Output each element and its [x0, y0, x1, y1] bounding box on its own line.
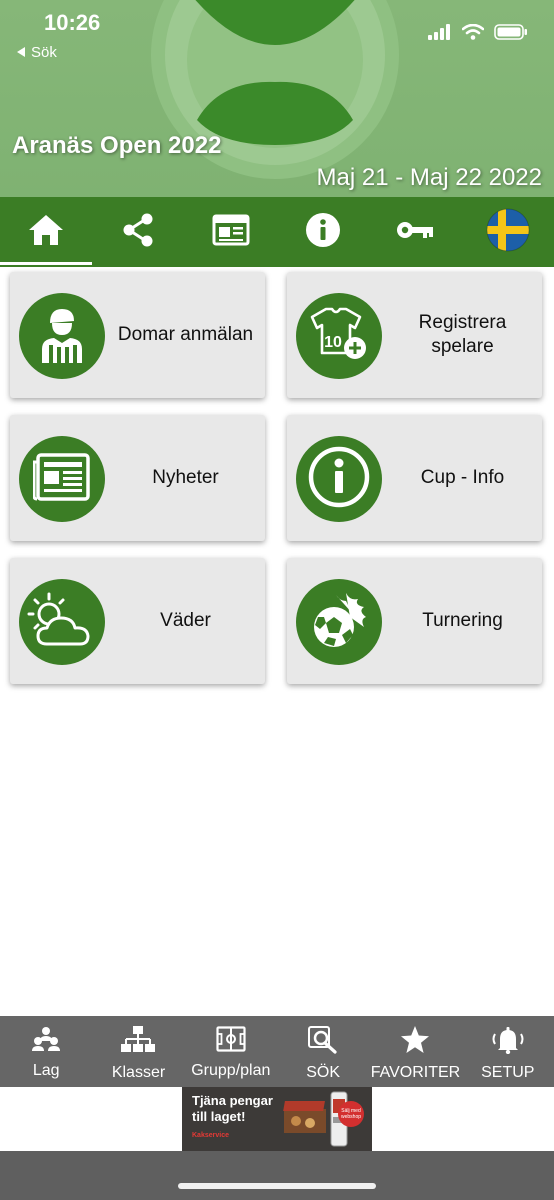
tab-news[interactable] [185, 197, 277, 267]
nav-label: Klasser [111, 1064, 166, 1081]
search-icon [308, 1026, 338, 1059]
ad-banner-area: Tjäna pengar till laget! Kakservice Sälj… [0, 1087, 554, 1151]
tile-label: Domar anmälan [117, 324, 254, 345]
info-icon-circle [296, 436, 382, 522]
info-icon [307, 445, 371, 514]
referee-icon-circle [19, 293, 105, 379]
status-icons [428, 23, 528, 45]
back-to-search-link[interactable]: Sök [16, 44, 57, 61]
tab-login[interactable] [369, 197, 461, 267]
nav-search[interactable]: SÖK [277, 1016, 369, 1087]
share-icon [120, 212, 156, 253]
star-icon [400, 1026, 430, 1059]
home-indicator[interactable] [178, 1183, 376, 1189]
tab-share[interactable] [92, 197, 184, 267]
nav-label: Lag [32, 1062, 60, 1079]
nav-teams[interactable]: Lag [0, 1016, 92, 1087]
app-header: 10:26 Sök Aranäs Open 2022 Maj 21 - Maj … [0, 0, 554, 197]
back-arrow-icon [16, 44, 26, 61]
info-icon [305, 212, 341, 253]
tab-home[interactable] [0, 197, 93, 267]
weather-icon-circle [19, 579, 105, 665]
battery-icon [494, 24, 528, 45]
nav-label: SÖK [306, 1064, 341, 1081]
tile-label: Registrera spelare [418, 312, 507, 357]
tournament-icon-circle [296, 579, 382, 665]
tile-cup-info[interactable]: Cup - Info [287, 415, 542, 541]
tile-label: Cup - Info [420, 467, 505, 488]
tab-language[interactable] [462, 197, 554, 267]
tile-label: Väder [160, 610, 211, 631]
fire-ball-icon [306, 587, 372, 658]
sweden-flag-icon [486, 208, 530, 257]
home-icon [27, 212, 65, 253]
home-indicator-area [0, 1151, 554, 1200]
news-icon-circle [19, 436, 105, 522]
nav-setup[interactable]: SETUP [462, 1016, 554, 1087]
field-icon [216, 1026, 246, 1057]
status-time: 10:26 [44, 10, 101, 35]
nav-favorites[interactable]: FAVORITER [369, 1016, 461, 1087]
nav-label: FAVORITER [370, 1064, 461, 1081]
tile-weather[interactable]: Väder [10, 558, 265, 684]
wifi-icon [461, 23, 485, 45]
tile-referee-signup[interactable]: Domar anmälan [10, 272, 265, 398]
player-jersey-add-icon: 10 [306, 301, 372, 372]
team-icon [32, 1026, 61, 1057]
ad-banner[interactable]: Tjäna pengar till laget! Kakservice Sälj… [182, 1087, 372, 1151]
tile-news[interactable]: Nyheter [10, 415, 265, 541]
hierarchy-icon [121, 1026, 156, 1059]
event-dates: Maj 21 - Maj 22 2022 [316, 164, 542, 191]
weather-icon [25, 590, 99, 655]
tile-tournament[interactable]: Turnering [287, 558, 542, 684]
tile-label: Nyheter [152, 467, 219, 488]
referee-icon [32, 303, 92, 370]
nav-group-field[interactable]: Grupp/plan [185, 1016, 277, 1087]
key-icon [396, 219, 434, 246]
event-title: Aranäs Open 2022 [12, 132, 222, 159]
tile-register-player[interactable]: 10 Registrera spelare [287, 272, 542, 398]
cookie-box-image [282, 1095, 332, 1144]
newspaper-icon [212, 214, 250, 251]
newspaper-icon [32, 452, 91, 507]
ad-badge: Sälj med webshop [338, 1101, 364, 1127]
ad-brand: Kakservice [192, 1132, 229, 1139]
top-tab-bar [0, 197, 554, 267]
player-icon-circle: 10 [296, 293, 382, 379]
signal-icon [428, 24, 452, 45]
back-link-label: Sök [31, 44, 57, 61]
nav-label: SETUP [481, 1064, 535, 1081]
nav-label: Grupp/plan [191, 1062, 271, 1079]
tab-info[interactable] [277, 197, 369, 267]
tile-label: Turnering [422, 610, 503, 631]
jersey-number: 10 [324, 334, 342, 351]
bottom-nav: Lag Klasser Grupp/plan SÖK FAVORITER SET… [0, 1016, 554, 1087]
nav-classes[interactable]: Klasser [92, 1016, 184, 1087]
bell-icon [490, 1026, 526, 1059]
ad-text: Tjäna pengar till laget! [192, 1093, 273, 1124]
